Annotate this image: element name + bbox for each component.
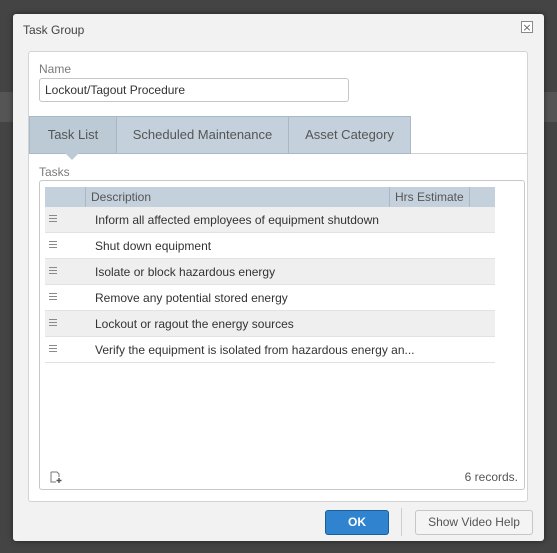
drag-handle-icon[interactable] <box>49 267 57 275</box>
header-handle-column <box>45 187 85 207</box>
tab-asset-category[interactable]: Asset Category <box>288 116 411 154</box>
table-row[interactable]: Inform all affected employees of equipme… <box>45 207 495 233</box>
task-description: Shut down equipment <box>95 239 212 253</box>
form-panel: Name Lockout/Tagout Procedure Task List … <box>28 51 528 502</box>
task-description: Inform all affected employees of equipme… <box>95 213 379 227</box>
table-row[interactable]: Isolate or block hazardous energy <box>45 259 495 285</box>
tasks-label: Tasks <box>39 165 70 179</box>
header-description[interactable]: Description <box>85 187 389 207</box>
drag-handle-icon[interactable] <box>49 345 57 353</box>
ok-button[interactable]: OK <box>325 510 389 535</box>
close-button[interactable]: × <box>521 21 533 33</box>
grid-header: Description Hrs Estimate <box>45 187 495 207</box>
show-video-help-button[interactable]: Show Video Help <box>415 510 533 535</box>
button-divider <box>401 508 402 536</box>
task-description: Lockout or ragout the energy sources <box>95 317 294 331</box>
add-task-icon[interactable] <box>50 470 62 483</box>
drag-handle-icon[interactable] <box>49 215 57 223</box>
table-row[interactable]: Lockout or ragout the energy sources <box>45 311 495 337</box>
table-row[interactable]: Remove any potential stored energy <box>45 285 495 311</box>
header-hrs-estimate[interactable]: Hrs Estimate <box>389 187 469 207</box>
dialog-title: Task Group <box>23 23 85 37</box>
records-count: 6 records. <box>464 470 518 484</box>
active-tab-indicator <box>65 153 79 160</box>
name-label: Name <box>39 62 72 76</box>
task-description: Verify the equipment is isolated from ha… <box>95 343 415 357</box>
header-spacer <box>469 187 495 207</box>
task-description: Isolate or block hazardous energy <box>95 265 276 279</box>
tasks-grid: Description Hrs Estimate Inform all affe… <box>39 180 525 490</box>
tab-bar: Task List Scheduled Maintenance Asset Ca… <box>29 116 411 160</box>
table-row[interactable]: Verify the equipment is isolated from ha… <box>45 337 495 363</box>
tab-underline <box>411 153 527 154</box>
drag-handle-icon[interactable] <box>49 241 57 249</box>
name-input[interactable]: Lockout/Tagout Procedure <box>39 78 349 102</box>
table-row[interactable]: Shut down equipment <box>45 233 495 259</box>
drag-handle-icon[interactable] <box>49 319 57 327</box>
task-group-dialog: Task Group × Name Lockout/Tagout Procedu… <box>13 14 544 541</box>
task-description: Remove any potential stored energy <box>95 291 288 305</box>
tab-task-list[interactable]: Task List <box>29 116 117 154</box>
drag-handle-icon[interactable] <box>49 293 57 301</box>
tab-scheduled-maintenance[interactable]: Scheduled Maintenance <box>116 116 289 154</box>
